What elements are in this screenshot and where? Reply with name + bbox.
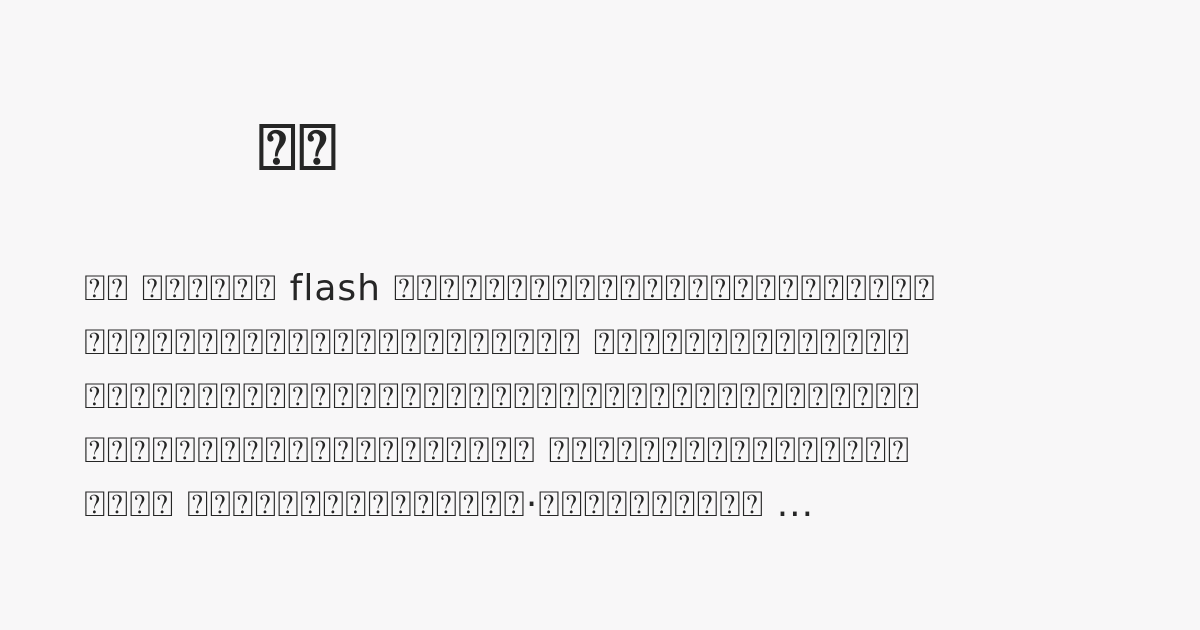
excerpt-line-1: ⍰⍰ ⍰⍰⍰⍰⍰⍰ flash ⍰⍰⍰⍰⍰⍰⍰⍰⍰⍰⍰⍰⍰⍰⍰⍰⍰⍰⍰⍰⍰⍰⍰⍰ [84, 268, 936, 309]
excerpt-line-4: ⍰⍰⍰⍰⍰⍰⍰⍰⍰⍰⍰⍰⍰⍰⍰⍰⍰⍰⍰⍰ ⍰⍰⍰⍰⍰⍰⍰⍰⍰⍰⍰⍰⍰⍰⍰⍰ [84, 430, 911, 471]
excerpt-line-2: ⍰⍰⍰⍰⍰⍰⍰⍰⍰⍰⍰⍰⍰⍰⍰⍰⍰⍰⍰⍰⍰⍰ ⍰⍰⍰⍰⍰⍰⍰⍰⍰⍰⍰⍰⍰⍰ [84, 322, 911, 363]
card-title: ⍰⍰ [258, 111, 339, 185]
excerpt-line-3: ⍰⍰⍰⍰⍰⍰⍰⍰⍰⍰⍰⍰⍰⍰⍰⍰⍰⍰⍰⍰⍰⍰⍰⍰⍰⍰⍰⍰⍰⍰⍰⍰⍰⍰⍰⍰⍰ [84, 376, 921, 417]
share-card: ⍰⍰ ⍰⍰ ⍰⍰⍰⍰⍰⍰ flash ⍰⍰⍰⍰⍰⍰⍰⍰⍰⍰⍰⍰⍰⍰⍰⍰⍰⍰⍰⍰⍰… [0, 0, 1200, 630]
excerpt-line-5: ⍰⍰⍰⍰ ⍰⍰⍰⍰⍰⍰⍰⍰⍰⍰⍰⍰⍰⍰⍰·⍰⍰⍰⍰⍰⍰⍰⍰⍰⍰ ... [84, 484, 815, 525]
card-excerpt: ⍰⍰ ⍰⍰⍰⍰⍰⍰ flash ⍰⍰⍰⍰⍰⍰⍰⍰⍰⍰⍰⍰⍰⍰⍰⍰⍰⍰⍰⍰⍰⍰⍰⍰… [84, 262, 1124, 532]
